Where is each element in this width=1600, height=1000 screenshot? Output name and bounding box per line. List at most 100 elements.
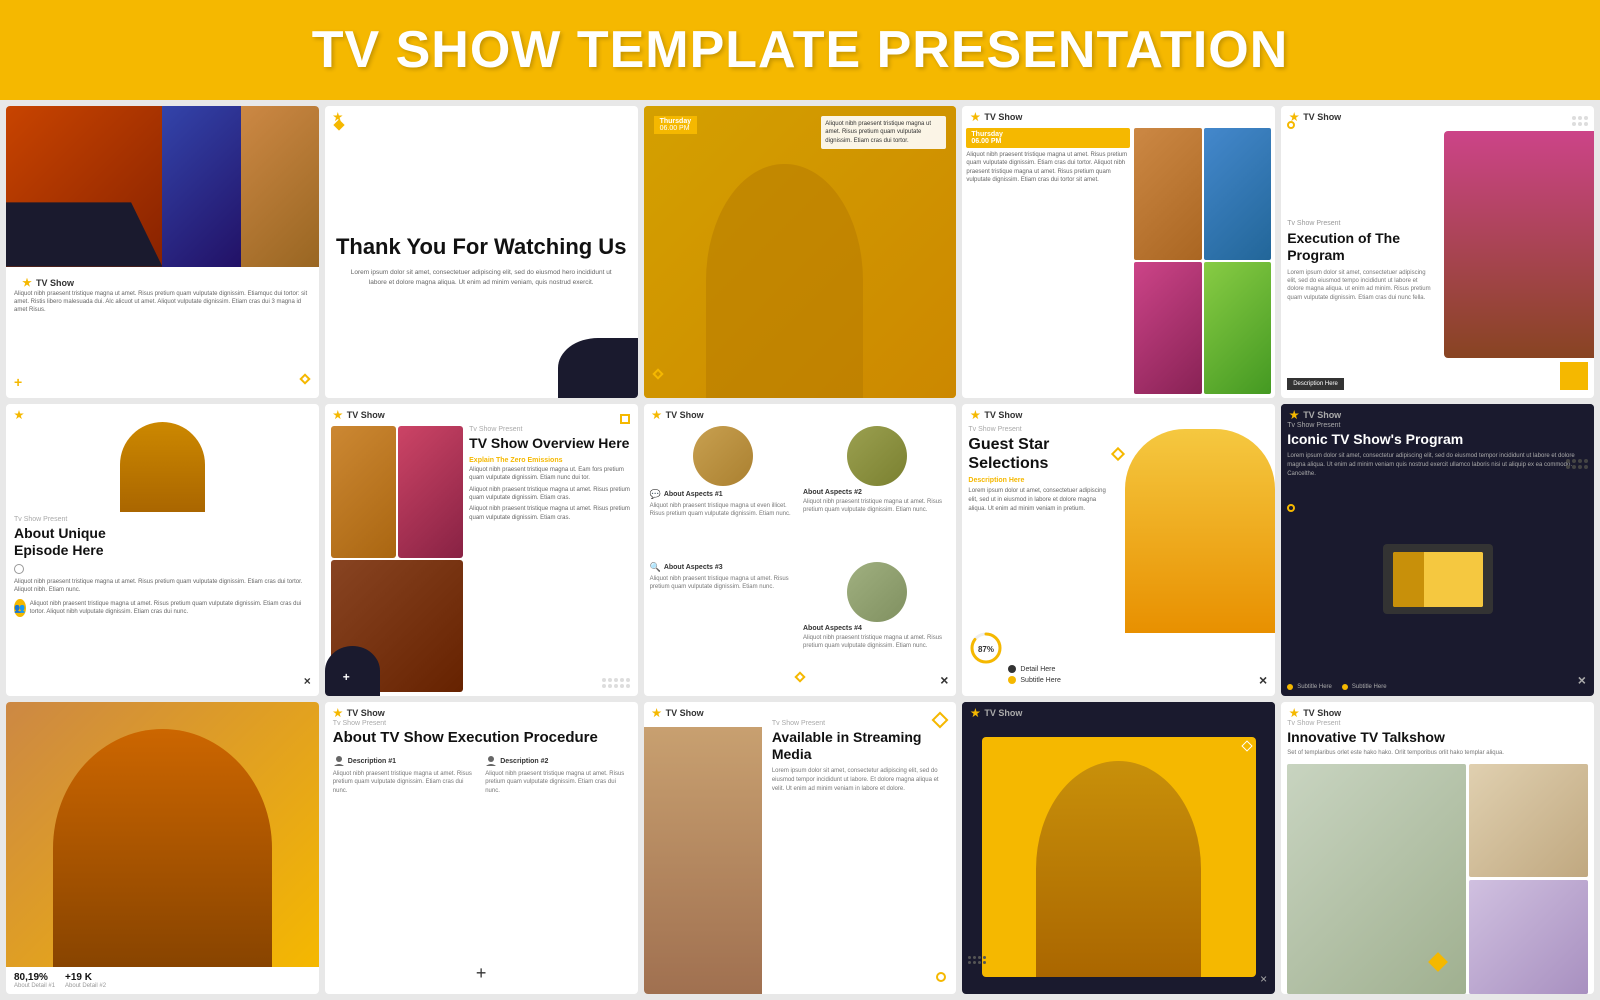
slide-2: Thank You For Watching Us Lorem ipsum do… xyxy=(325,106,638,398)
brand-icon-14 xyxy=(970,708,980,718)
slide-12-content: Tv Show Present About TV Show Execution … xyxy=(325,720,638,994)
slide-5-desc-box: Description Here xyxy=(1287,378,1344,390)
dot-6 xyxy=(1584,122,1588,126)
dot14-6 xyxy=(973,961,976,964)
slide-8-label2: About Aspects #2 xyxy=(803,489,950,496)
slide-9-title: Guest Star Selections xyxy=(968,435,1112,473)
d3 xyxy=(614,678,618,682)
slides-grid: TV Show Aliquot nibh praesent tristique … xyxy=(0,100,1600,1000)
d1 xyxy=(602,678,606,682)
slide-10-brand: TV Show xyxy=(1281,404,1594,422)
magnifier-icon: 🔍 xyxy=(650,562,661,573)
person-icon-12b xyxy=(485,755,497,767)
slide-15: TV Show Tv Show Present Innovative TV Ta… xyxy=(1281,702,1594,994)
slide-12-desc-cols: Description #1 Aliquot nibh praesent tri… xyxy=(333,755,630,988)
refresh-icon xyxy=(14,564,24,574)
slide-11-stats-row: 80,19% About Detail #1 +19 K About Detai… xyxy=(14,972,311,989)
aspect3-text: About Aspects #3 xyxy=(664,564,723,571)
d8 xyxy=(1584,465,1588,469)
dot14-8 xyxy=(983,961,986,964)
d6 xyxy=(1572,465,1576,469)
slide-13-brand: TV Show xyxy=(644,702,957,720)
square-icon-7 xyxy=(620,414,630,424)
slide-6-icon-row: 👥 Aliquot nibh praesent tristique magna … xyxy=(14,599,311,617)
slide-15-title: Innovative TV Talkshow xyxy=(1287,729,1588,746)
slide-9-desc-label: Description Here xyxy=(968,477,1112,484)
slide-6-text: Tv Show Present About UniqueEpisode Here… xyxy=(6,512,319,621)
slide-4-text-col: Thursday 06.00 PM Aliquot nibh praesent … xyxy=(966,128,1130,394)
slide-14-diamond xyxy=(1241,741,1252,752)
slide-15-body: Set of templaribus orlet este hako hako.… xyxy=(1287,749,1588,758)
slide-12-brand: TV Show xyxy=(325,702,638,720)
slide-1-brand: TV Show xyxy=(14,272,311,290)
d8 xyxy=(614,684,618,688)
slide-13-brand-text: TV Show xyxy=(666,708,704,718)
slide-9-photo xyxy=(1125,429,1275,633)
brand-icon-8 xyxy=(652,410,662,420)
slide-14-content xyxy=(962,720,1275,994)
slide-5-brand-text: TV Show xyxy=(1303,112,1341,122)
slide-10-subtitles: Subtitle Here Subtitle Here xyxy=(1281,680,1594,696)
slide-8-diamond xyxy=(796,668,804,686)
slide-8-x-mark: × xyxy=(940,672,948,688)
slide-9-body: Lorem ipsum dolor ut amet, consectetuer … xyxy=(968,487,1112,514)
diamond-icon-8 xyxy=(794,671,805,682)
slide-4-ph4 xyxy=(1204,262,1272,394)
subtitle1-text: Subtitle Here xyxy=(1020,677,1060,684)
slide-10-dots xyxy=(1566,459,1588,469)
slide-8-aspect1: 💬 About Aspects #1 Aliquot nibh praesent… xyxy=(650,426,797,556)
slide-3-body: Aliquot nibh praesent tristique magna ut… xyxy=(825,120,942,145)
slide-5-yellow-box xyxy=(1560,362,1588,390)
monitor-icon: 💬 xyxy=(650,489,661,500)
slide-5-brand: TV Show xyxy=(1281,106,1594,124)
slide-4-schedule: Thursday 06.00 PM xyxy=(966,128,1130,148)
sub1-text: Subtitle Here xyxy=(1297,684,1332,690)
d5 xyxy=(1566,465,1570,469)
dot-2 xyxy=(1578,116,1582,120)
slide-10-title: Iconic TV Show's Program xyxy=(1287,431,1588,448)
desc2-label: Description #2 xyxy=(500,758,548,765)
d6 xyxy=(602,684,606,688)
slide-14-yellow-box xyxy=(982,737,1256,976)
slide-2-deco xyxy=(335,116,343,134)
slide-8-brand-text: TV Show xyxy=(666,410,704,420)
d9 xyxy=(620,684,624,688)
slide-7-ph2 xyxy=(398,426,463,558)
slide-3-time: 06.00 PM xyxy=(660,125,692,132)
dot-1 xyxy=(1572,116,1576,120)
slide-7-body2: Aliquot nibh praesent tristique magna ut… xyxy=(469,486,631,503)
slide-13-body: Lorem ipsum dolor sit amet, consectetur … xyxy=(772,767,951,794)
d4 xyxy=(1584,459,1588,463)
slide-7-deco-sq xyxy=(620,414,630,424)
dot-5 xyxy=(1578,122,1582,126)
slide-1-image-area xyxy=(6,106,319,267)
slide-13-sub: Tv Show Present xyxy=(772,720,951,727)
slide-14-dots xyxy=(968,956,986,964)
slide-8-ph4 xyxy=(847,562,907,622)
slide-6-x-mark: × xyxy=(304,674,311,688)
sub-dot-1 xyxy=(1287,684,1293,690)
slide-5-desc-label: Description Here xyxy=(1293,381,1338,387)
slide-10-sub1: Subtitle Here xyxy=(1287,684,1332,690)
slide-15-side-phs xyxy=(1469,764,1588,994)
slide-6-body2: Aliquot nibh praesent tristique magna ut… xyxy=(30,600,311,617)
d2 xyxy=(608,678,612,682)
brand-icon xyxy=(22,278,32,288)
slide-1-plus-icon: + xyxy=(14,374,22,390)
sub-dot-2 xyxy=(1342,684,1348,690)
slide-4-day: Thursday xyxy=(971,131,1003,138)
slide-11-stat1: 80,19% About Detail #1 xyxy=(14,972,55,989)
slide-6-arch-img xyxy=(120,422,205,512)
slide-11-num2: +19 K xyxy=(65,972,106,983)
slide-7-brand: TV Show xyxy=(325,404,638,422)
slide-1-photo-mid xyxy=(162,106,240,267)
slide-10: TV Show Tv Show Present Iconic TV Show's… xyxy=(1281,404,1594,696)
slide-5-sub: Tv Show Present xyxy=(1287,220,1431,227)
slide-11: 80,19% About Detail #1 +19 K About Detai… xyxy=(6,702,319,994)
slide-11-num1: 80,19% xyxy=(14,972,55,983)
slide-4-ph1 xyxy=(1134,128,1202,260)
slide-6-brand xyxy=(6,404,319,422)
slide-8-aspect2: About Aspects #2 Aliquot nibh praesent t… xyxy=(803,426,950,556)
slide-7: TV Show Tv Show Present TV Show Overview… xyxy=(325,404,638,696)
dot14-3 xyxy=(978,956,981,959)
